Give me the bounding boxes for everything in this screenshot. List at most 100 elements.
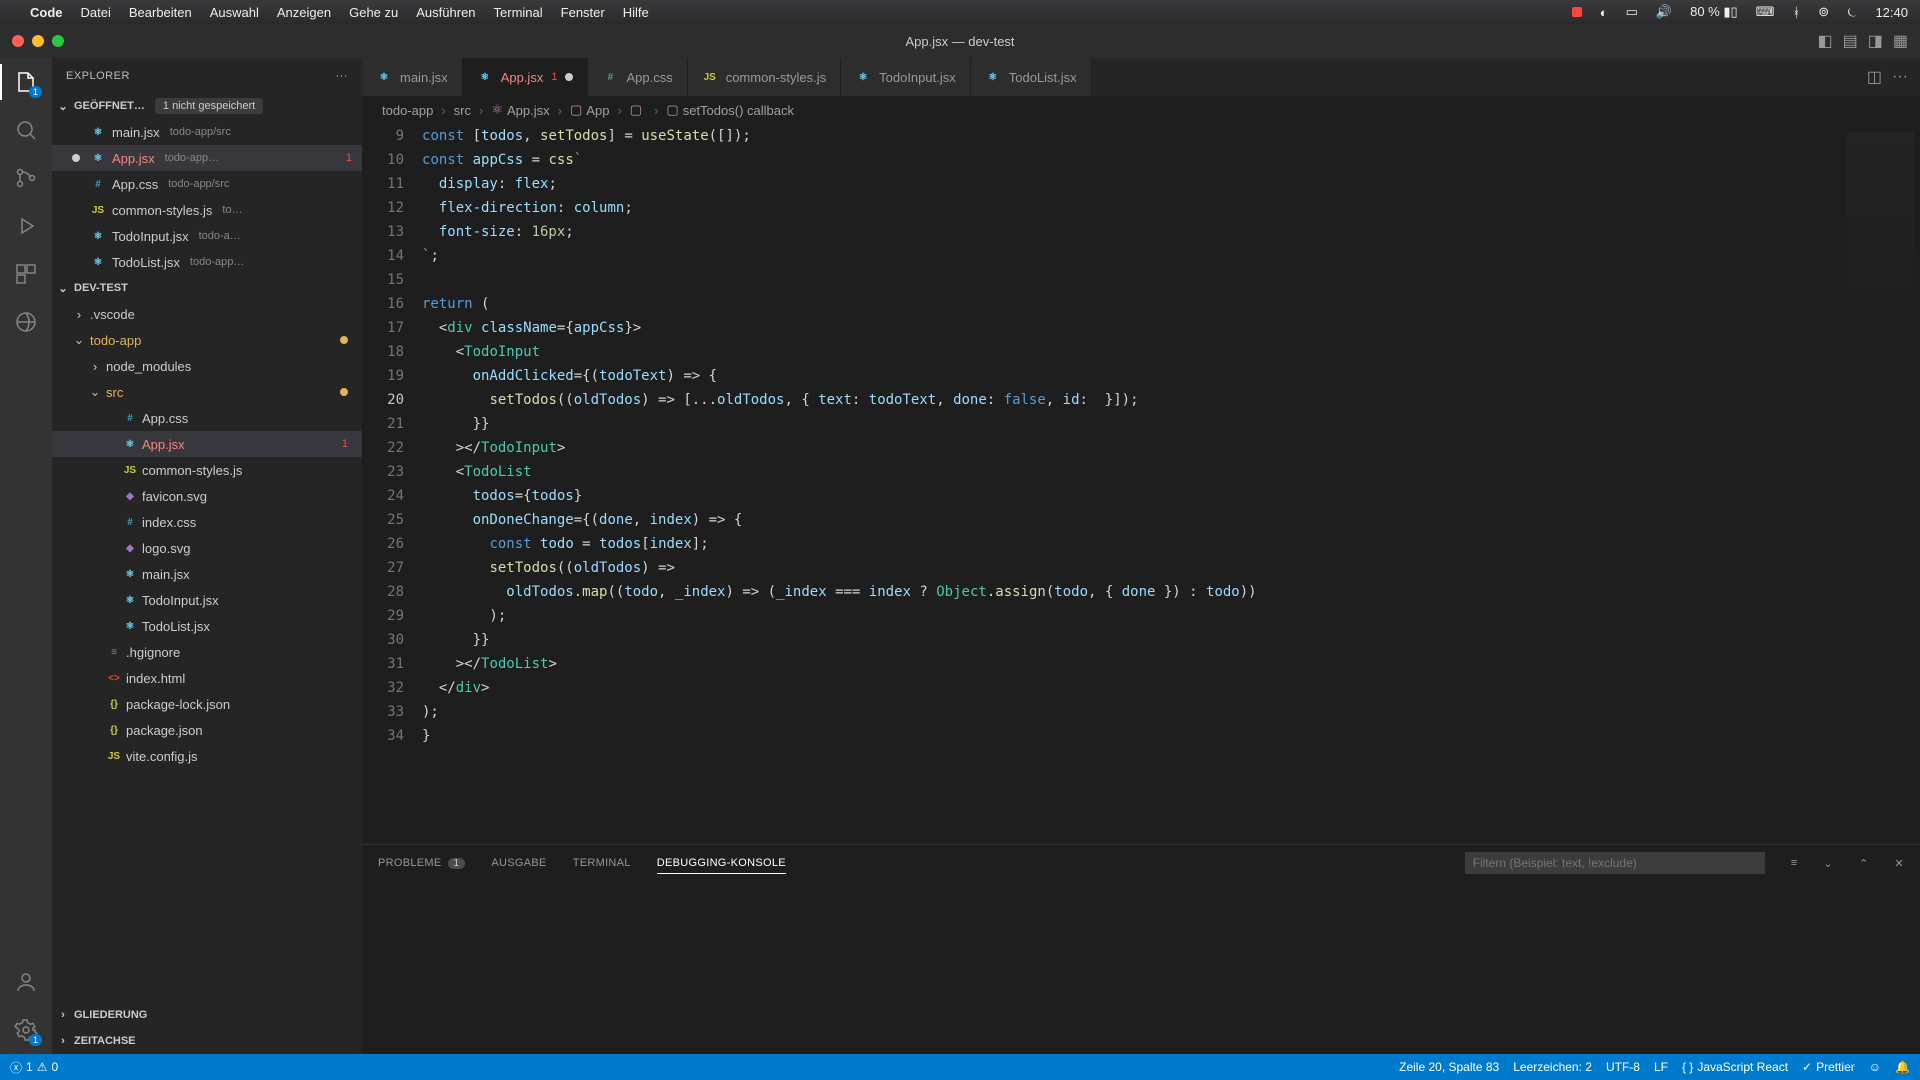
breadcrumb-item[interactable]: ▢setTodos() callback [666,102,794,118]
editor-tab[interactable]: JScommon-styles.js [688,58,841,96]
tree-file[interactable]: ◆favicon.svg [52,483,362,509]
tree-folder[interactable]: ›node_modules [52,353,362,379]
status-cloud-icon[interactable]: ◐ [1600,5,1608,20]
tree-file[interactable]: JScommon-styles.js [52,457,362,483]
status-eol[interactable]: LF [1654,1060,1668,1074]
menu-item[interactable]: Hilfe [623,5,649,20]
open-editor-item[interactable]: JScommon-styles.jsto… [52,197,362,223]
status-volume-icon[interactable]: 🔊 [1656,4,1672,20]
editor-tab[interactable]: ⚛TodoInput.jsx [841,58,971,96]
panel-tab-problems[interactable]: PROBLEME1 [378,853,465,873]
status-lang[interactable]: { } JavaScript React [1682,1060,1788,1074]
panel-tab-terminal[interactable]: TERMINAL [573,853,631,873]
tree-file[interactable]: ◆logo.svg [52,535,362,561]
sidebar-more-icon[interactable]: ··· [336,70,349,82]
open-editor-item[interactable]: ⚛App.jsxtodo-app…1 [52,145,362,171]
split-editor-icon[interactable]: ◫ [1867,67,1882,87]
tree-file[interactable]: ≡.hgignore [52,639,362,665]
close-window-button[interactable] [12,35,24,47]
tree-file[interactable]: JSvite.config.js [52,743,362,769]
editor[interactable]: 9101112131415161718192021222324252627282… [362,124,1920,844]
open-editor-item[interactable]: ⚛main.jsxtodo-app/src [52,119,362,145]
breadcrumb-item[interactable]: src [454,103,471,118]
minimap[interactable] [1840,124,1920,844]
menu-item[interactable]: Datei [81,5,111,20]
status-bell-icon[interactable]: 🔔 [1895,1060,1910,1074]
tree-file[interactable]: #App.css [52,405,362,431]
extensions-icon[interactable] [12,260,40,288]
menu-item[interactable]: Gehe zu [349,5,398,20]
editor-tab[interactable]: ⚛App.jsx1 [463,58,589,96]
status-indent[interactable]: Leerzeichen: 2 [1513,1060,1592,1074]
open-editor-item[interactable]: ⚛TodoList.jsxtodo-app… [52,249,362,275]
tree-folder[interactable]: ›.vscode [52,301,362,327]
menu-item[interactable]: Anzeigen [277,5,331,20]
layout-sidebar-right-icon[interactable]: ◨ [1868,31,1883,51]
menu-item[interactable]: Bearbeiten [129,5,192,20]
menu-item[interactable]: Fenster [561,5,605,20]
outline-header[interactable]: ›GLIEDERUNG [52,1002,362,1028]
breadcrumbs[interactable]: todo-app›src›⚛App.jsx›▢App›▢›▢setTodos()… [362,96,1920,124]
status-cursor[interactable]: Zeile 20, Spalte 83 [1399,1060,1499,1074]
source-control-icon[interactable] [12,164,40,192]
open-editor-item[interactable]: #App.csstodo-app/src [52,171,362,197]
minimize-window-button[interactable] [32,35,44,47]
run-debug-icon[interactable] [12,212,40,240]
breadcrumb-item[interactable]: ⚛App.jsx [491,102,549,118]
menu-item[interactable]: Terminal [494,5,543,20]
panel-collapse-icon[interactable]: ⌄ [1823,857,1833,870]
tree-file[interactable]: #index.css [52,509,362,535]
project-header[interactable]: ⌄ DEV-TEST [52,275,362,301]
tree-file[interactable]: {}package.json [52,717,362,743]
panel-tab-output[interactable]: AUSGABE [491,853,546,873]
status-display-icon[interactable]: ▭ [1626,4,1638,20]
tree-file[interactable]: <>index.html [52,665,362,691]
tree-file[interactable]: ⚛main.jsx [52,561,362,587]
status-battery[interactable]: 80 % ▮▯ [1690,4,1738,20]
accounts-icon[interactable] [12,968,40,996]
editor-tab[interactable]: #App.css [588,58,687,96]
menu-item[interactable]: Auswahl [210,5,259,20]
menu-app[interactable]: Code [30,5,63,20]
tree-folder[interactable]: ⌄todo-app [52,327,362,353]
status-keyboard-icon[interactable]: ⌨ [1756,4,1775,20]
panel-filter-icon[interactable]: ≡ [1791,857,1798,869]
editor-tab[interactable]: ⚛main.jsx [362,58,463,96]
layout-panel-icon[interactable]: ▤ [1843,31,1858,51]
tab-more-icon[interactable]: ··· [1892,68,1908,86]
css-file-icon: # [602,69,618,85]
status-errors[interactable]: ⓧ 1 ⚠ 0 [10,1059,58,1076]
tree-file[interactable]: ⚛TodoList.jsx [52,613,362,639]
explorer-icon[interactable]: 1 [12,68,40,96]
status-control-icon[interactable]: ⏾ [1847,4,1857,20]
react-file-icon: ⚛ [90,254,106,270]
breadcrumb-item[interactable]: todo-app [382,103,433,118]
search-icon[interactable] [12,116,40,144]
open-editors-header[interactable]: ⌄ GEÖFFNET… 1 nicht gespeichert [52,93,362,119]
status-clock[interactable]: 12:40 [1875,5,1908,20]
maximize-window-button[interactable] [52,35,64,47]
layout-sidebar-left-icon[interactable]: ◧ [1818,31,1833,51]
tree-file[interactable]: ⚛TodoInput.jsx [52,587,362,613]
open-editor-item[interactable]: ⚛TodoInput.jsxtodo-a… [52,223,362,249]
status-prettier[interactable]: ✓ Prettier [1802,1060,1855,1074]
menu-item[interactable]: Ausführen [416,5,475,20]
panel-maximize-icon[interactable]: ⌃ [1859,857,1869,870]
settings-gear-icon[interactable]: 1 [12,1016,40,1044]
tree-folder[interactable]: ⌄src [52,379,362,405]
breadcrumb-item[interactable]: ▢ [630,102,646,118]
breadcrumb-item[interactable]: ▢App [570,102,609,118]
panel-close-icon[interactable]: ✕ [1894,857,1904,870]
panel-tab-debug-console[interactable]: DEBUGGING-KONSOLE [657,853,786,874]
tree-file[interactable]: {}package-lock.json [52,691,362,717]
status-feedback-icon[interactable]: ☺ [1869,1060,1881,1074]
remote-icon[interactable] [12,308,40,336]
layout-customize-icon[interactable]: ▦ [1893,31,1908,51]
panel-filter-input[interactable] [1465,852,1765,874]
tree-file[interactable]: ⚛App.jsx1 [52,431,362,457]
status-bt-icon[interactable]: ᚼ [1792,5,1800,20]
status-wifi-icon[interactable]: ⊚ [1818,4,1829,20]
timeline-header[interactable]: ›ZEITACHSE [52,1028,362,1054]
status-encoding[interactable]: UTF-8 [1606,1060,1640,1074]
editor-tab[interactable]: ⚛TodoList.jsx [971,58,1092,96]
